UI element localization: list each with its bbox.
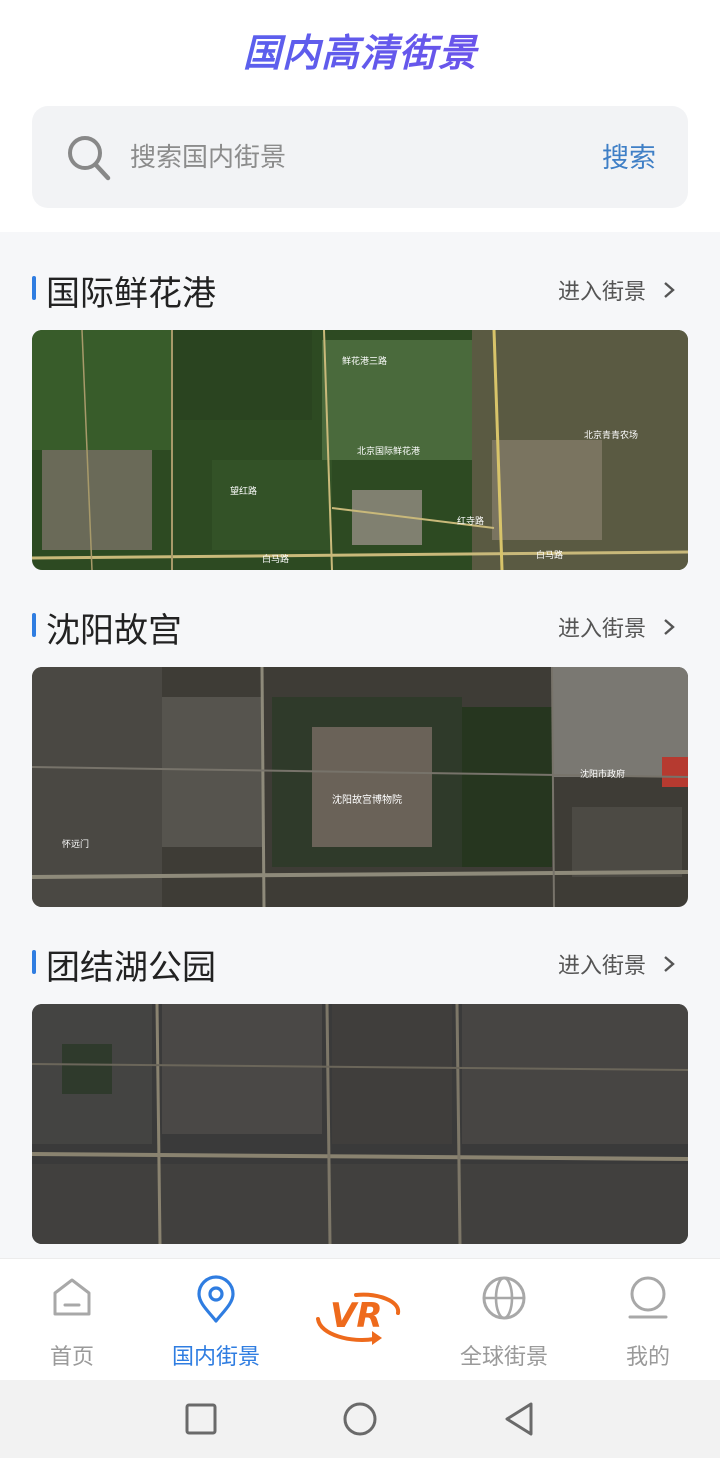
globe-icon <box>482 1276 526 1320</box>
satellite-map-image[interactable] <box>32 1004 688 1244</box>
vr-logo-icon: VR <box>316 1292 400 1345</box>
tab-label: 国内街景 <box>171 1345 260 1370</box>
tab-label: 首页 <box>49 1345 94 1370</box>
search-icon <box>68 136 111 181</box>
home-icon <box>53 1278 91 1316</box>
main-content[interactable]: 国际鲜花港 进入街景 鲜花港三路 北京国际鲜花港 北京青青农场 红寺路 白马路 … <box>0 232 720 1258</box>
page-title: 国内高清街景 <box>0 22 720 77</box>
section-title: 国际鲜花港 <box>46 274 216 314</box>
map-label: 沈阳市政府 <box>580 768 625 780</box>
satellite-map-image[interactable]: 鲜花港三路 北京国际鲜花港 北京青青农场 红寺路 白马路 白马路 望红路 <box>32 330 688 570</box>
vr-logo-text: VR <box>330 1296 383 1336</box>
map-label: 怀远门 <box>62 838 89 850</box>
map-label: 望红路 <box>230 485 257 497</box>
scenic-section: 沈阳故宫 进入街景 沈阳故宫博物院 沈阳市政府 怀远门 <box>0 569 720 907</box>
map-label: 红寺路 <box>457 515 484 527</box>
scenic-section: 国际鲜花港 进入街景 鲜花港三路 北京国际鲜花港 北京青青农场 红寺路 白马路 … <box>0 232 720 570</box>
tab-label: 全球街景 <box>459 1345 548 1370</box>
enter-street-view-label: 进入街景 <box>557 617 646 642</box>
section-accent-bar <box>32 276 36 300</box>
home-circle-icon[interactable] <box>342 1400 378 1438</box>
map-label: 白马路 <box>262 553 289 565</box>
back-triangle-icon[interactable] <box>502 1400 536 1438</box>
enter-street-view-link[interactable]: 进入街景 <box>558 948 676 980</box>
recent-apps-icon[interactable] <box>184 1400 218 1438</box>
enter-street-view-link[interactable]: 进入街景 <box>558 611 676 643</box>
enter-street-view-label: 进入街景 <box>557 280 646 305</box>
location-pin-icon <box>197 1275 235 1323</box>
map-label: 白马路 <box>536 549 563 561</box>
bottom-tab-bar: 首页 国内街景 VR 全球街景 我的 <box>0 1258 720 1381</box>
tab-home[interactable]: 首页 <box>22 1259 122 1381</box>
satellite-map-image[interactable]: 沈阳故宫博物院 沈阳市政府 怀远门 <box>32 667 688 907</box>
section-title: 团结湖公园 <box>46 948 216 988</box>
chevron-right-icon <box>664 619 675 635</box>
map-label: 北京国际鲜花港 <box>357 445 420 457</box>
scenic-section: 团结湖公园 进入街景 <box>0 906 720 1244</box>
search-bar[interactable]: 搜索 <box>32 106 688 208</box>
search-button[interactable]: 搜索 <box>602 136 656 175</box>
tab-global-street-view[interactable]: 全球街景 <box>444 1259 564 1381</box>
search-input[interactable] <box>128 132 572 184</box>
tab-vr[interactable]: VR <box>300 1259 420 1381</box>
chevron-right-icon <box>664 282 675 298</box>
tab-label: 我的 <box>625 1345 670 1370</box>
map-label: 北京青青农场 <box>584 429 638 441</box>
map-label: 沈阳故宫博物院 <box>332 793 402 806</box>
chevron-right-icon <box>664 956 675 972</box>
header: 国内高清街景 搜索 <box>0 0 720 232</box>
system-navigation-bar <box>0 1380 720 1458</box>
enter-street-view-link[interactable]: 进入街景 <box>558 274 676 306</box>
section-accent-bar <box>32 613 36 637</box>
profile-icon <box>628 1276 668 1319</box>
section-title: 沈阳故宫 <box>46 611 182 651</box>
enter-street-view-label: 进入街景 <box>557 954 646 979</box>
map-label: 鲜花港三路 <box>342 355 387 367</box>
section-accent-bar <box>32 950 36 974</box>
tab-domestic-street-view[interactable]: 国内街景 <box>156 1259 276 1381</box>
tab-profile[interactable]: 我的 <box>598 1259 698 1381</box>
